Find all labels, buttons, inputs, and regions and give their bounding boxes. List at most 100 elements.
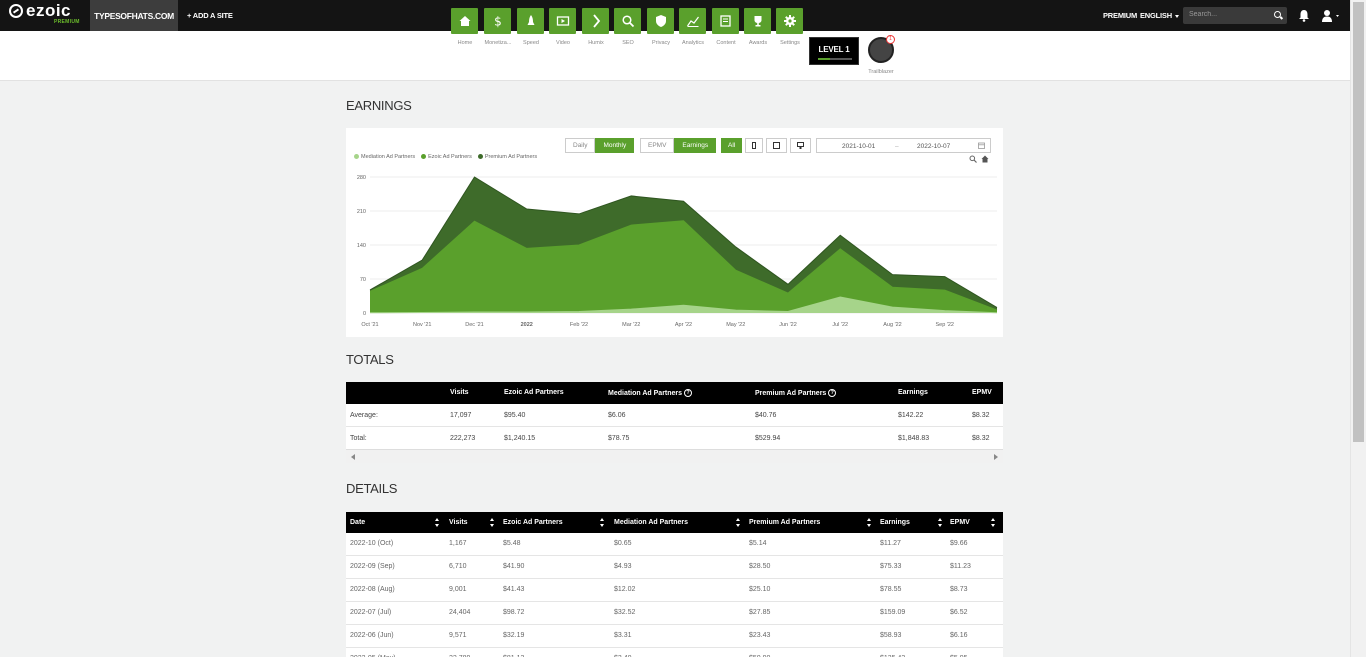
sort-icon[interactable]	[600, 518, 605, 527]
level-badge[interactable]: LEVEL 1	[809, 37, 859, 65]
site-tab[interactable]: TYPESOFHATS.COM	[90, 0, 178, 31]
trailblazer-profile[interactable]: 1 Trailblazer	[866, 35, 896, 75]
date-separator: –	[895, 143, 899, 150]
svg-text:$: $	[494, 15, 502, 29]
table-row: 2022-06 (Jun) 9,571 $32.19 $3.31 $23.43 $58.9…	[346, 625, 1003, 648]
chevron-down-icon	[1174, 14, 1179, 18]
x-tick-label: Nov '21	[413, 322, 431, 328]
nav-item-video[interactable]: Video	[549, 8, 576, 46]
totals-cell: $142.22	[898, 412, 924, 419]
nav-item-speed[interactable]: Speed	[517, 8, 544, 46]
scroll-left-icon[interactable]	[351, 454, 355, 460]
details-cell: 2022-09 (Sep)	[350, 563, 395, 570]
sort-icon[interactable]	[435, 518, 440, 527]
help-icon[interactable]: ?	[828, 389, 837, 397]
legend-item[interactable]: Ezoic Ad Partners	[421, 154, 472, 160]
table-row: 2022-09 (Sep) 6,710 $41.90 $4.93 $28.50 $75.3…	[346, 556, 1003, 579]
calendar-icon[interactable]	[978, 142, 985, 149]
sort-icon[interactable]	[867, 518, 872, 527]
details-cell: $98.72	[503, 609, 525, 616]
sort-icon[interactable]	[938, 518, 943, 527]
x-tick-label: Dec '21	[465, 322, 483, 328]
nav-item-content[interactable]: Content	[712, 8, 739, 46]
totals-cell: 222,273	[450, 435, 476, 442]
desktop-icon	[797, 142, 805, 149]
home-reset-icon[interactable]	[981, 155, 989, 163]
details-col-1[interactable]: Visits	[449, 519, 468, 526]
scroll-right-icon[interactable]	[994, 454, 998, 460]
mobile-device-button[interactable]	[745, 138, 764, 153]
user-menu-icon[interactable]	[1321, 9, 1341, 22]
date-to[interactable]: 2022-10-07	[917, 143, 950, 150]
x-tick-label: Apr '22	[675, 322, 692, 328]
language-label: ENGLISH	[1140, 11, 1172, 20]
search-icon[interactable]	[1274, 11, 1281, 18]
details-col-6[interactable]: EPMV	[950, 519, 970, 526]
sort-icon[interactable]	[736, 518, 741, 527]
nav-tile	[712, 8, 739, 34]
details-col-3[interactable]: Mediation Ad Partners	[614, 519, 688, 526]
nav-item-home[interactable]: Home	[451, 8, 478, 46]
sort-icon[interactable]	[991, 518, 996, 527]
legend-item[interactable]: Premium Ad Partners	[477, 154, 538, 160]
epmv-button[interactable]: EPMV	[640, 138, 675, 153]
date-from[interactable]: 2021-10-01	[842, 143, 875, 150]
add-site-link[interactable]: + ADD A SITE	[187, 11, 233, 20]
zoom-icon[interactable]	[969, 155, 977, 163]
details-cell: $27.85	[749, 609, 771, 616]
nav-item-seo[interactable]: SEO	[614, 8, 641, 46]
home-icon	[459, 16, 470, 26]
legend-label: Mediation Ad Partners	[361, 154, 416, 160]
legend-label: Premium Ad Partners	[484, 154, 538, 160]
details-cell: $3.31	[614, 632, 632, 639]
details-col-0[interactable]: Date	[350, 519, 365, 526]
nav-item-monetiza[interactable]: $ Monetiza...	[484, 8, 511, 46]
level-label: LEVEL 1	[818, 45, 850, 54]
nav-item-humix[interactable]: Humix	[582, 8, 609, 46]
sort-icon[interactable]	[490, 518, 495, 527]
search-box[interactable]	[1183, 7, 1287, 24]
scrollbar-thumb[interactable]	[1353, 2, 1364, 442]
help-icon[interactable]: ?	[684, 389, 693, 397]
nav-item-privacy[interactable]: Privacy	[647, 8, 674, 46]
nav-item-awards[interactable]: Awards	[744, 8, 771, 46]
totals-cell: $6.06	[608, 412, 626, 419]
vertical-scrollbar[interactable]	[1350, 0, 1366, 657]
notification-badge: 1	[886, 35, 895, 44]
gear-icon	[783, 15, 796, 27]
desktop-device-button[interactable]	[790, 138, 812, 153]
shield-icon	[655, 15, 666, 27]
language-dropdown[interactable]: ENGLISH	[1140, 11, 1179, 20]
earnings-title: EARNINGS	[346, 98, 412, 113]
daily-button[interactable]: Daily	[565, 138, 596, 153]
horizontal-scrollbar[interactable]	[346, 449, 1003, 463]
metric-toggle: EPMV Earnings	[640, 138, 717, 153]
bell-icon[interactable]	[1298, 9, 1310, 22]
details-col-5[interactable]: Earnings	[880, 519, 910, 526]
nav-item-settings[interactable]: Settings	[776, 8, 803, 46]
y-tick-label: 140	[357, 243, 366, 249]
totals-row-label: Total:	[350, 435, 367, 442]
ezoic-logo[interactable]: ezoic PREMIUM	[9, 2, 79, 25]
details-table: Date Visits Ezoic Ad Partners Mediation Ad …	[346, 512, 1003, 657]
details-cell: $8.73	[950, 586, 968, 593]
totals-cell: $529.94	[755, 435, 781, 442]
details-col-4[interactable]: Premium Ad Partners	[749, 519, 820, 526]
legend-item[interactable]: Mediation Ad Partners	[354, 154, 415, 160]
totals-col-earnings: Earnings	[898, 389, 928, 396]
details-cell: 9,571	[449, 632, 467, 639]
monthly-button[interactable]: Monthly	[595, 138, 635, 153]
details-cell: 2022-07 (Jul)	[350, 609, 392, 616]
tablet-device-button[interactable]	[766, 138, 788, 153]
totals-cell: $8.32	[972, 412, 990, 419]
level-progress	[818, 58, 852, 60]
device-all-button[interactable]: All	[721, 138, 743, 153]
premium-link[interactable]: PREMIUM	[1103, 11, 1137, 20]
nav-item-analytics[interactable]: Analytics	[679, 8, 706, 46]
details-col-2[interactable]: Ezoic Ad Partners	[503, 519, 563, 526]
date-range-picker[interactable]: 2021-10-01 – 2022-10-07	[816, 138, 991, 153]
search-input[interactable]	[1189, 11, 1269, 18]
earnings-button[interactable]: Earnings	[674, 138, 717, 153]
details-cell: $5.48	[503, 540, 521, 547]
details-cell: $11.23	[950, 563, 971, 570]
